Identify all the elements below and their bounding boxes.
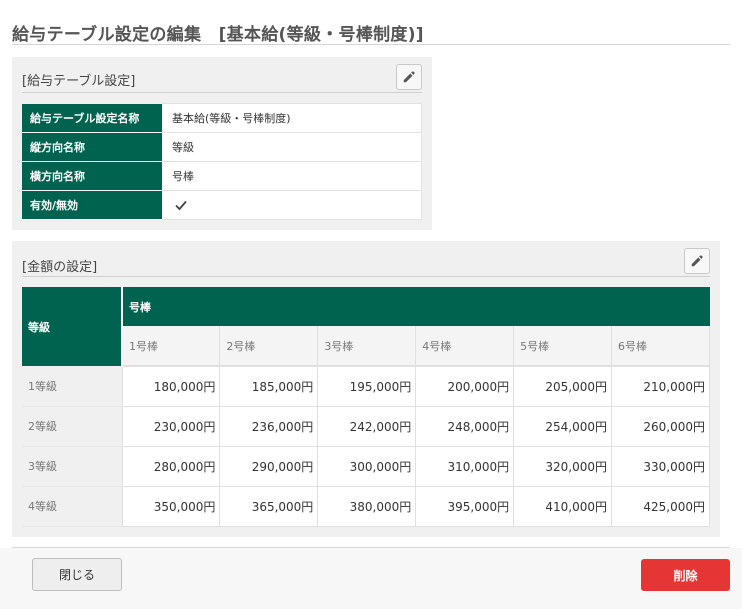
settings-panel-title: [給与テーブル設定]	[22, 74, 136, 89]
enabled-checkbox[interactable]	[174, 198, 188, 212]
amount-cell: 410,000円	[513, 485, 613, 527]
settings-row-checkbox-cell	[162, 190, 422, 220]
amount-cell: 254,000円	[513, 405, 613, 447]
pencil-icon	[691, 255, 703, 267]
settings-row: 横方向名称 号棒	[22, 161, 422, 191]
amount-cell: 395,000円	[415, 485, 515, 527]
amount-cell: 290,000円	[219, 445, 319, 487]
step-column-header: 3号棒	[317, 326, 417, 367]
settings-row-label: 縦方向名称	[22, 132, 162, 162]
amount-cell: 300,000円	[317, 445, 417, 487]
pencil-icon	[403, 71, 415, 83]
step-column-header: 6号棒	[611, 326, 710, 367]
amount-cell: 236,000円	[219, 405, 319, 447]
amount-cell: 310,000円	[415, 445, 515, 487]
settings-row-label: 給与テーブル設定名称	[22, 103, 162, 133]
amount-cell: 350,000円	[121, 485, 221, 527]
settings-row-value: 等級	[162, 132, 422, 162]
amount-panel: [金額の設定] 等級 号棒 1号棒 2号棒 3号棒 4号棒 5号棒 6号棒 1等級 180,…	[12, 241, 720, 537]
settings-row-value: 基本給(等級・号棒制度)	[162, 103, 422, 133]
table-row: 4等級 350,000円 365,000円 380,000円 395,000円 410,0…	[22, 485, 710, 527]
amount-cell: 200,000円	[415, 365, 515, 407]
amount-table: 等級 号棒 1号棒 2号棒 3号棒 4号棒 5号棒 6号棒 1等級 180,000円 185,…	[22, 287, 710, 527]
amount-cell: 280,000円	[121, 445, 221, 487]
grade-label: 4等級	[22, 486, 122, 527]
amount-cell: 330,000円	[611, 445, 710, 487]
amount-cell: 185,000円	[219, 365, 319, 407]
amount-cell: 195,000円	[317, 365, 417, 407]
settings-row: 縦方向名称 等級	[22, 132, 422, 162]
grade-label: 3等級	[22, 446, 122, 487]
table-row: 3等級 280,000円 290,000円 300,000円 310,000円 320,0…	[22, 445, 710, 487]
amount-cell: 205,000円	[513, 365, 613, 407]
amount-cell: 242,000円	[317, 405, 417, 447]
step-column-header: 5号棒	[513, 326, 613, 367]
amount-cell: 180,000円	[121, 365, 221, 407]
table-row: 1等級 180,000円 185,000円 195,000円 200,000円 205,0…	[22, 365, 710, 407]
grade-label: 2等級	[22, 406, 122, 447]
settings-edit-button[interactable]	[396, 64, 422, 90]
amount-panel-title: [金額の設定]	[22, 260, 98, 275]
settings-row: 有効/無効	[22, 190, 422, 220]
amount-cell: 380,000円	[317, 485, 417, 527]
settings-panel: [給与テーブル設定] 給与テーブル設定名称 基本給(等級・号棒制度) 縦方向名称 等級…	[12, 57, 432, 230]
check-icon	[175, 200, 187, 211]
amount-cell: 320,000円	[513, 445, 613, 487]
step-group-header: 号棒	[122, 287, 710, 326]
amount-edit-button[interactable]	[684, 248, 710, 274]
step-column-header: 2号棒	[219, 326, 319, 367]
close-button[interactable]: 閉じる	[32, 558, 122, 591]
amount-panel-divider	[22, 276, 710, 277]
amount-cell: 210,000円	[611, 365, 710, 407]
grade-column-header: 等級	[22, 287, 123, 366]
title-divider	[12, 44, 730, 45]
amount-cell: 425,000円	[611, 485, 710, 527]
amount-cell: 260,000円	[611, 405, 710, 447]
amount-cell: 248,000円	[415, 405, 515, 447]
table-row: 2等級 230,000円 236,000円 242,000円 248,000円 254,0…	[22, 405, 710, 447]
settings-table: 給与テーブル設定名称 基本給(等級・号棒制度) 縦方向名称 等級 横方向名称 号棒 有効/無…	[22, 103, 422, 220]
settings-row-label: 横方向名称	[22, 161, 162, 191]
settings-row: 給与テーブル設定名称 基本給(等級・号棒制度)	[22, 103, 422, 133]
step-column-header: 4号棒	[415, 326, 515, 367]
settings-row-label: 有効/無効	[22, 190, 162, 220]
delete-button[interactable]: 削除	[641, 559, 730, 591]
page-title: 給与テーブル設定の編集 [基本給(等級・号棒制度)]	[12, 25, 424, 45]
settings-panel-divider	[22, 92, 422, 93]
settings-row-value: 号棒	[162, 161, 422, 191]
step-column-header: 1号棒	[122, 326, 221, 367]
amount-cell: 230,000円	[121, 405, 221, 447]
amount-cell: 365,000円	[219, 485, 319, 527]
grade-label: 1等級	[22, 366, 122, 407]
